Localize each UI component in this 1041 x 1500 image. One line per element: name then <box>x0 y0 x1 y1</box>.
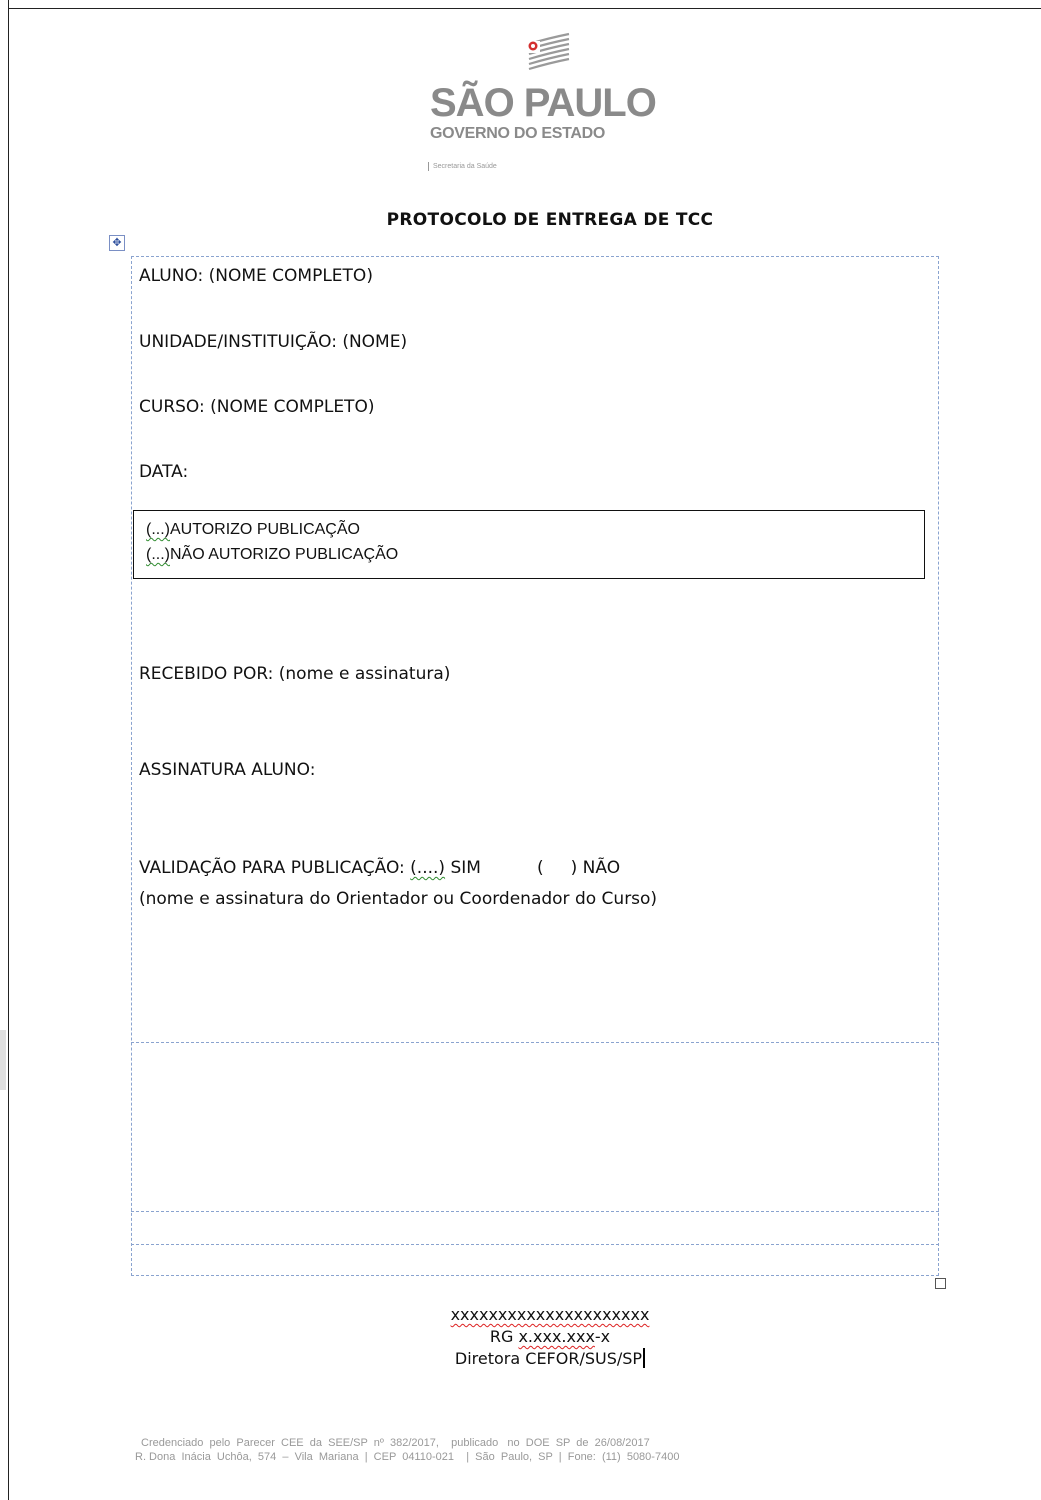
table-row-divider <box>131 1211 939 1212</box>
validation-label: VALIDAÇÃO PARA PUBLICAÇÃO: <box>139 858 411 878</box>
document-footer: Credenciado pelo Parecer CEE da SEE/SP n… <box>135 1436 875 1464</box>
field-received-by[interactable]: RECEBIDO POR: (nome e assinatura) <box>139 664 450 684</box>
window-gutter <box>0 1030 6 1090</box>
field-student[interactable]: ALUNO: (NOME COMPLETO) <box>139 266 373 286</box>
signature-role[interactable]: Diretora CEFOR/SUS/SP <box>455 1349 642 1368</box>
consent-option-authorize[interactable]: (...)AUTORIZO PUBLICAÇÃO <box>146 521 360 539</box>
field-publication-validation[interactable]: VALIDAÇÃO PARA PUBLICAÇÃO: (....) SIM ( )… <box>139 858 620 878</box>
sp-flag-icon <box>526 32 570 71</box>
consent-checkbox[interactable]: (...) <box>146 546 170 563</box>
rg-suffix: -x <box>594 1327 611 1346</box>
consent-option-not-authorize[interactable]: (...)NÃO AUTORIZO PUBLICAÇÃO <box>146 546 398 564</box>
validation-no-option[interactable]: ( ) NÃO <box>537 858 620 878</box>
publication-consent-box: (...)AUTORIZO PUBLICAÇÃO (...)NÃO AUTORI… <box>133 510 925 579</box>
footer-address: R. Dona Inácia Uchôa, 574 – Vila Mariana… <box>135 1451 680 1463</box>
document-title: PROTOCOLO DE ENTREGA DE TCC <box>386 210 714 230</box>
resize-handle-icon[interactable] <box>935 1278 946 1289</box>
consent-label: NÃO AUTORIZO PUBLICAÇÃO <box>170 546 399 563</box>
footer-accreditation: Credenciado pelo Parecer CEE da SEE/SP n… <box>141 1437 650 1449</box>
table-row-divider <box>131 1042 939 1043</box>
consent-label: AUTORIZO PUBLICAÇÃO <box>170 521 360 538</box>
signature-block: xxxxxxxxxxxxxxxxxxxxx RG x.xxx.xxx-x Dir… <box>380 1304 720 1370</box>
logo-government: GOVERNO DO ESTADO <box>430 125 606 142</box>
signature-name[interactable]: xxxxxxxxxxxxxxxxxxxxx <box>451 1305 650 1324</box>
signature-rg[interactable]: RG x.xxx.xxx-x <box>380 1326 720 1348</box>
table-row-divider <box>131 1244 939 1245</box>
field-institution[interactable]: UNIDADE/INSTITUIÇÃO: (NOME) <box>139 332 407 352</box>
rg-number: x.xxx.xxx <box>518 1327 595 1346</box>
field-date[interactable]: DATA: <box>139 462 188 482</box>
logo-department: Secretaria da Saúde <box>428 162 497 171</box>
sp-government-logo: SÃO PAULO GOVERNO DO ESTADO Secretaria d… <box>428 28 668 171</box>
page-edge-top <box>8 8 1041 9</box>
field-student-signature[interactable]: ASSINATURA ALUNO: <box>139 760 315 780</box>
consent-checkbox[interactable]: (...) <box>146 521 170 538</box>
logo-state-name: SÃO PAULO <box>430 81 657 125</box>
move-arrows-icon[interactable]: ✥ <box>109 235 125 251</box>
field-course[interactable]: CURSO: (NOME COMPLETO) <box>139 397 374 417</box>
validation-note: (nome e assinatura do Orientador ou Coor… <box>139 889 658 909</box>
validation-yes-checkbox[interactable]: (....) <box>410 858 445 878</box>
page-edge-left <box>8 0 9 1500</box>
rg-prefix: RG <box>489 1327 519 1346</box>
text-cursor <box>643 1348 646 1368</box>
validation-yes-label: SIM <box>445 858 481 878</box>
